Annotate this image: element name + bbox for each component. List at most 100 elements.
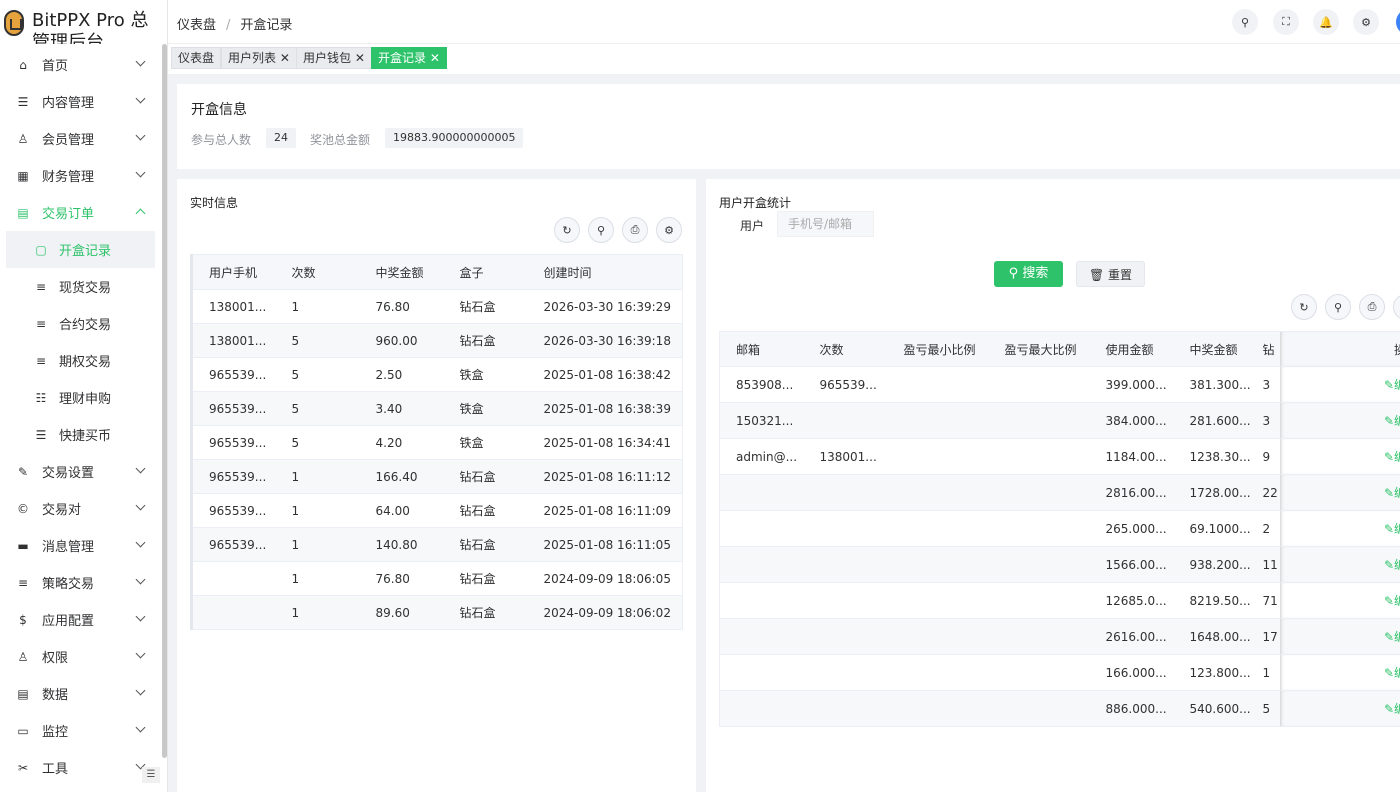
column-header[interactable]: 次数 — [803, 331, 888, 367]
breadcrumb: 仪表盘 / 开盒记录 — [177, 18, 293, 33]
edit-link[interactable]: ✎编辑 — [1384, 522, 1400, 536]
edit-link[interactable]: ✎编辑 — [1384, 558, 1400, 572]
sidebar-item[interactable]: © 交易对 — [0, 490, 160, 527]
sidebar-item[interactable]: ⌂ 首页 — [0, 46, 160, 83]
menu-icon: ≡ — [17, 575, 29, 590]
edit-link[interactable]: ✎编辑 — [1384, 378, 1400, 392]
column-header[interactable]: 盒子 — [443, 254, 528, 290]
table-row[interactable]: 138001... 5 960.00 钻石盒 2026-03-30 16:39:18 — [191, 323, 683, 358]
column-header[interactable]: 中奖金额 — [1173, 331, 1258, 367]
sidebar-item[interactable]: ▤ 交易订单 — [0, 194, 160, 231]
sidebar-item[interactable]: ✂ 工具 — [0, 749, 160, 786]
column-header[interactable]: 盈亏最大比例 — [988, 331, 1090, 367]
column-header[interactable]: 操作 — [1279, 331, 1400, 367]
sidebar-item[interactable]: ▭ 监控 — [0, 712, 160, 749]
logo[interactable]: BitPPX Pro 总管理后台 — [0, 0, 168, 44]
table-cell: 540.600... — [1173, 690, 1258, 727]
search-button[interactable]: ⚲ 搜索 — [994, 261, 1063, 287]
column-header[interactable]: 钻 — [1257, 331, 1280, 367]
table-row[interactable]: 965539... 1 140.80 钻石盒 2025-01-08 16:11:05 — [191, 527, 683, 562]
column-header[interactable]: 盈亏最小比例 — [887, 331, 989, 367]
table-row[interactable]: 2816.00...1728.00...22 ✎编辑 — [719, 474, 1400, 511]
table-row[interactable]: 1566.00...938.200...11 ✎编辑 — [719, 546, 1400, 583]
table-row[interactable]: 12685.0...8219.50...71 ✎编辑 — [719, 582, 1400, 619]
table-cell — [887, 654, 989, 691]
edit-link[interactable]: ✎编辑 — [1384, 702, 1400, 716]
fullscreen-icon[interactable]: ⛶ — [1273, 9, 1299, 35]
gear-icon[interactable]: ⚙ — [1393, 294, 1400, 320]
column-header[interactable]: 用户手机 — [191, 254, 276, 290]
table-row[interactable]: 853908... 965539... 399.000... 381.300... 3 ✎… — [719, 366, 1400, 403]
edit-link[interactable]: ✎编辑 — [1384, 666, 1400, 680]
edit-link[interactable]: ✎编辑 — [1384, 486, 1400, 500]
table-row[interactable]: 265.000...69.1000...2 ✎编辑 — [719, 510, 1400, 547]
print-icon[interactable]: ⎙ — [1359, 294, 1385, 320]
search-icon[interactable]: ⚲ — [588, 217, 614, 243]
reset-button[interactable]: 🗑 重置 — [1076, 261, 1145, 287]
refresh-icon[interactable]: ↻ — [1291, 294, 1317, 320]
avatar[interactable] — [1396, 9, 1400, 35]
table-cell: 138001... — [191, 323, 276, 358]
sidebar-item[interactable]: ▬ 消息管理 — [0, 527, 160, 564]
sidebar-item[interactable]: ▤ 数据 — [0, 675, 160, 712]
sidebar-subitem[interactable]: ☷ 理财申购 — [0, 379, 160, 416]
sidebar-subitem[interactable]: ≡ 合约交易 — [0, 305, 160, 342]
sidebar-subitem[interactable]: ▢ 开盒记录 — [6, 231, 155, 268]
tag-dashboard[interactable]: 仪表盘 — [171, 47, 222, 69]
refresh-icon[interactable]: ↻ — [554, 217, 580, 243]
table-row[interactable]: 965539... 5 3.40 铁盒 2025-01-08 16:38:39 — [191, 391, 683, 426]
sidebar-subitem[interactable]: ≡ 现货交易 — [0, 268, 160, 305]
table-row[interactable]: 965539... 1 166.40 钻石盒 2025-01-08 16:11:12 — [191, 459, 683, 494]
print-icon[interactable]: ⎙ — [622, 217, 648, 243]
table-cell: 384.000... — [1089, 402, 1174, 439]
sidebar-subitem[interactable]: ≡ 期权交易 — [0, 342, 160, 379]
table-cell: 2025-01-08 16:38:42 — [527, 357, 683, 392]
bell-icon[interactable]: 🔔 — [1313, 9, 1339, 35]
search-icon[interactable]: ⚲ — [1325, 294, 1351, 320]
gear-icon[interactable]: ⚙ — [1353, 9, 1379, 35]
column-header[interactable]: 创建时间 — [527, 254, 683, 290]
collapse-sidebar-icon[interactable]: ☰ — [142, 767, 160, 783]
table-row[interactable]: 1 76.80 钻石盒 2024-09-09 18:06:05 — [191, 561, 683, 596]
sidebar-item[interactable]: ▦ 财务管理 — [0, 157, 160, 194]
column-header[interactable]: 邮箱 — [719, 331, 804, 367]
table-row[interactable]: 166.000...123.800...1 ✎编辑 — [719, 654, 1400, 691]
table-row[interactable]: 1 89.60 钻石盒 2024-09-09 18:06:02 — [191, 595, 683, 630]
edit-link[interactable]: ✎编辑 — [1384, 414, 1400, 428]
sidebar-item[interactable]: ☰ 内容管理 — [0, 83, 160, 120]
table-cell: 钻石盒 — [443, 595, 528, 630]
tag-user-wallet[interactable]: 用户钱包 ✕ — [296, 47, 372, 69]
sidebar-item[interactable]: ♙ 会员管理 — [0, 120, 160, 157]
table-row[interactable]: 138001... 1 76.80 钻石盒 2026-03-30 16:39:29 — [191, 289, 683, 324]
sidebar-item[interactable]: $ 应用配置 — [0, 601, 160, 638]
table-row[interactable]: admin@... 138001... 1184.00... 1238.30... 9 ✎… — [719, 438, 1400, 475]
edit-link[interactable]: ✎编辑 — [1384, 594, 1400, 608]
sidebar-subitem[interactable]: ☰ 快捷买币 — [0, 416, 160, 453]
sidebar-scrollbar[interactable] — [162, 44, 167, 758]
search-icon[interactable]: ⚲ — [1232, 9, 1258, 35]
sidebar-item[interactable]: ✎ 交易设置 — [0, 453, 160, 490]
table-row[interactable]: 965539... 5 2.50 铁盒 2025-01-08 16:38:42 — [191, 357, 683, 392]
edit-link[interactable]: ✎编辑 — [1384, 630, 1400, 644]
table-cell: 2.50 — [359, 357, 444, 392]
edit-link[interactable]: ✎编辑 — [1384, 450, 1400, 464]
tag-box-records[interactable]: 开盒记录 ✕ — [371, 47, 447, 69]
tag-user-list[interactable]: 用户列表 ✕ — [221, 47, 297, 69]
column-header[interactable]: 中奖金额 — [359, 254, 444, 290]
breadcrumb-dashboard[interactable]: 仪表盘 — [177, 18, 216, 33]
column-header[interactable]: 使用金额 — [1089, 331, 1174, 367]
sidebar-item[interactable]: ♙ 权限 — [0, 638, 160, 675]
table-row[interactable]: 965539... 1 64.00 钻石盒 2025-01-08 16:11:09 — [191, 493, 683, 528]
table-row[interactable]: 886.000...540.600...5 ✎编辑 — [719, 690, 1400, 727]
sidebar-item[interactable]: ≡ 策略交易 — [0, 564, 160, 601]
order-icon: ▤ — [17, 205, 29, 220]
table-row[interactable]: 2616.00...1648.00...17 ✎编辑 — [719, 618, 1400, 655]
column-header[interactable]: 次数 — [275, 254, 360, 290]
chevron-down-icon — [135, 611, 146, 622]
gear-icon[interactable]: ⚙ — [656, 217, 682, 243]
user-search-input[interactable]: 手机号/邮箱 — [777, 211, 874, 237]
sidebar-item-label: 权限 — [42, 651, 69, 666]
table-row[interactable]: 965539... 5 4.20 铁盒 2025-01-08 16:34:41 — [191, 425, 683, 460]
table-row[interactable]: 150321... 384.000...281.600...3 ✎编辑 — [719, 402, 1400, 439]
table-cell: 965539... — [191, 425, 276, 460]
